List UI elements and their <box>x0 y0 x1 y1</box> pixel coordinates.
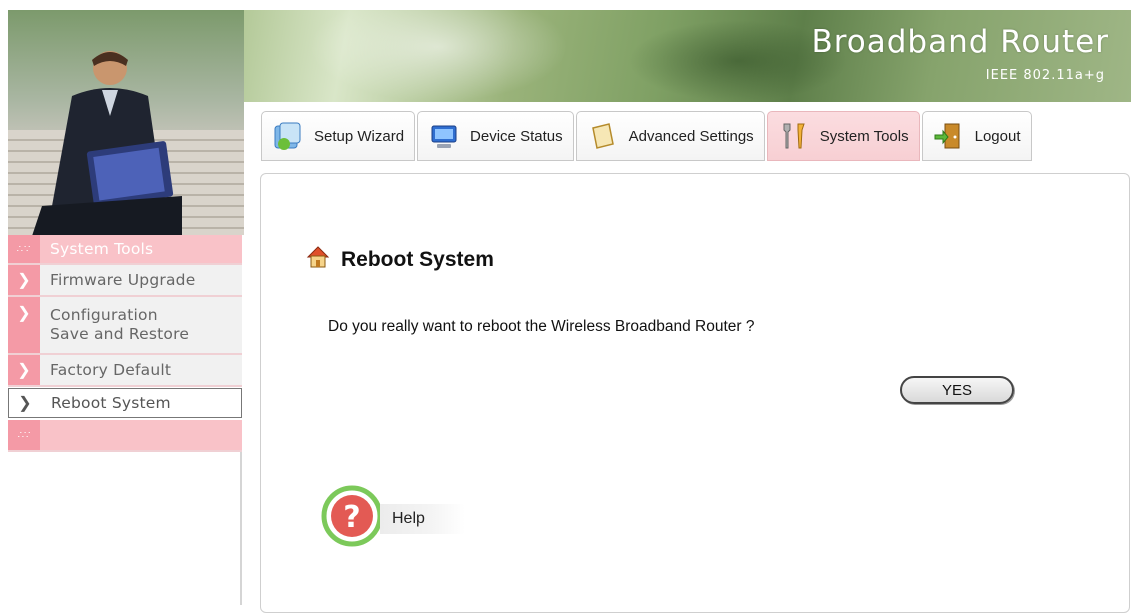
help-link[interactable]: ? Help <box>320 484 465 553</box>
help-icon: ? <box>320 484 384 553</box>
sidebar-item-configuration[interactable]: ❯ Configuration Save and Restore <box>8 297 242 355</box>
sidebar-item-firmware-upgrade[interactable]: ❯ Firmware Upgrade <box>8 265 242 297</box>
main-tabs: Setup Wizard Device Status Advanced Sett… <box>261 111 1032 163</box>
chevron-right-icon: ❯ <box>8 265 40 295</box>
dots-icon: ∴∵ <box>8 235 40 263</box>
brand-title: Broadband Router <box>811 24 1109 60</box>
tab-device-status[interactable]: Device Status <box>417 111 574 161</box>
sidebar-footer: ∴∵ <box>8 420 242 452</box>
notepad-icon <box>587 120 619 152</box>
brand-subtitle: IEEE 802.11a+g <box>985 68 1105 83</box>
sidebar-header: ∴∵ System Tools <box>8 235 242 265</box>
home-icon <box>305 244 331 275</box>
sidebar-divider <box>240 452 242 605</box>
dots-icon: ∴∵ <box>8 420 40 450</box>
page-title-group: Reboot System <box>305 244 494 275</box>
tab-label: Logout <box>974 127 1021 145</box>
sidebar-item-label: Factory Default <box>40 355 242 385</box>
sidebar-item-label-line2: Save and Restore <box>50 325 190 343</box>
monitor-icon <box>428 120 460 152</box>
page-title: Reboot System <box>341 247 494 271</box>
tools-icon <box>778 120 810 152</box>
header-photo <box>8 10 244 235</box>
sidebar-item-label: Configuration Save and Restore <box>40 297 242 353</box>
tab-setup-wizard[interactable]: Setup Wizard <box>261 111 416 161</box>
sidebar: ∴∵ System Tools ❯ Firmware Upgrade ❯ Con… <box>8 235 242 452</box>
sidebar-item-label-line1: Configuration <box>50 306 158 324</box>
setup-wizard-icon <box>272 120 304 152</box>
tab-logout[interactable]: Logout <box>921 111 1032 161</box>
svg-text:?: ? <box>343 500 360 535</box>
tab-advanced-settings[interactable]: Advanced Settings <box>575 111 765 161</box>
yes-button[interactable]: YES <box>900 376 1014 404</box>
tab-system-tools[interactable]: System Tools <box>766 111 920 161</box>
sidebar-item-label: Reboot System <box>41 389 241 417</box>
help-label: Help <box>380 503 465 534</box>
chevron-right-icon: ❯ <box>8 355 40 385</box>
chevron-right-icon: ❯ <box>8 297 40 353</box>
reboot-question: Do you really want to reboot the Wireles… <box>328 318 755 335</box>
person-with-laptop-image <box>32 51 182 235</box>
tab-label: System Tools <box>819 127 909 145</box>
sidebar-item-label: Firmware Upgrade <box>40 265 242 295</box>
door-icon <box>933 120 965 152</box>
sidebar-item-reboot-system[interactable]: ❯ Reboot System <box>8 388 242 418</box>
tab-label: Advanced Settings <box>628 127 754 145</box>
sidebar-item-factory-default[interactable]: ❯ Factory Default <box>8 355 242 387</box>
tab-label: Device Status <box>470 127 563 145</box>
sidebar-header-label: System Tools <box>50 240 154 258</box>
tab-label: Setup Wizard <box>314 127 405 145</box>
chevron-right-icon: ❯ <box>9 389 41 417</box>
